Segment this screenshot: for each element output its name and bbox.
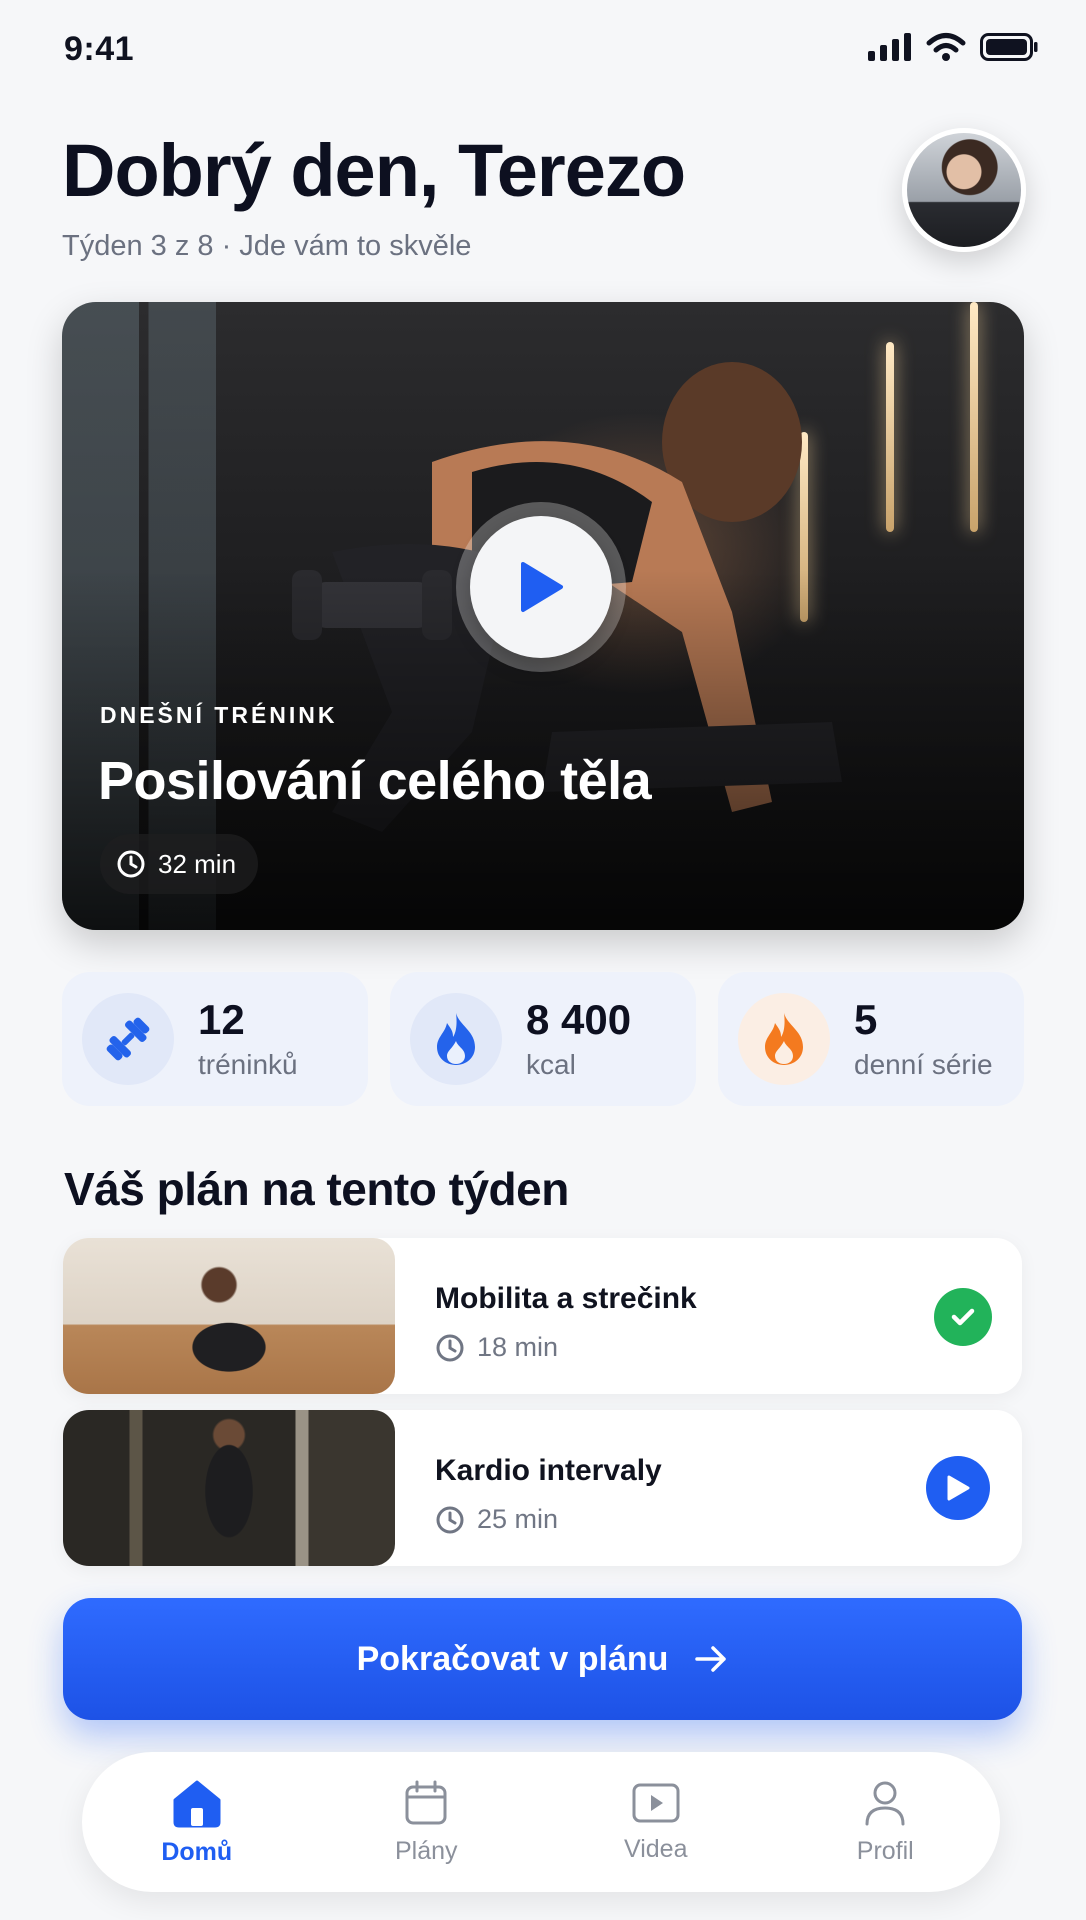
completed-badge [934,1288,992,1346]
start-workout-button[interactable] [926,1456,990,1520]
workout-thumbnail [63,1238,395,1394]
duration-chip: 32 min [100,834,259,894]
today-workout-card[interactable]: DNEŠNÍ TRÉNINK Posilování celého těla 32… [62,302,1024,930]
week-progress-text: Týden 3 z 8 · Jde vám to skvěle [62,230,472,262]
continue-plan-button[interactable]: Pokračovat v plánu [63,1598,1022,1720]
video-icon [632,1783,680,1822]
plan-item-name: Kardio intervaly [435,1454,662,1487]
clock-icon [436,1506,464,1533]
battery-icon [980,33,1038,61]
play-icon [521,562,563,612]
signal-icon [868,33,911,61]
flame-icon [437,1013,475,1065]
tab-videos[interactable]: Videa [566,1781,746,1864]
tab-label: Domů [161,1837,233,1866]
wifi-icon [926,33,966,61]
plan-item-duration: 18 min [435,1332,558,1363]
play-icon [947,1475,970,1501]
fire-icon [765,1013,803,1065]
stat-label: denní série [854,1049,993,1081]
tab-home[interactable]: Domů [107,1778,287,1867]
stat-card-workouts: 12 tréninků [62,972,368,1106]
stat-value: 12 [198,995,245,1043]
tab-label: Videa [624,1834,688,1863]
greeting-title: Dobrý den, Terezo [62,129,686,212]
duration-text: 32 min [158,848,237,879]
duration-text: 18 min [477,1332,559,1362]
stat-card-calories: 8 400 kcal [390,972,696,1106]
avatar[interactable] [902,128,1026,252]
section-title: Váš plán na tento týden [64,1163,569,1215]
stat-label: kcal [526,1049,576,1081]
home-icon [173,1780,221,1827]
status-time: 9:41 [64,30,135,68]
user-icon [865,1781,905,1825]
tab-profile[interactable]: Profil [795,1779,975,1866]
clock-icon [436,1334,464,1361]
plan-item-name: Mobilita a strečink [435,1282,697,1315]
stat-label: tréninků [198,1049,298,1081]
cta-label: Pokračovat v plánu [356,1639,669,1678]
check-icon [951,1308,975,1326]
hero-title: Posilování celého těla [98,751,652,811]
bottom-tab-bar: Domů Plány Videa Profil [82,1752,1000,1892]
stat-value: 5 [854,995,878,1043]
workout-thumbnail [63,1410,395,1566]
plan-item-cardio[interactable]: Kardio intervaly 25 min [63,1410,1022,1566]
arrow-right-icon [695,1646,727,1672]
tab-label: Profil [856,1836,914,1865]
hero-kicker: DNEŠNÍ TRÉNINK [100,702,338,728]
plan-item-mobility[interactable]: Mobilita a strečink 18 min [63,1238,1022,1394]
stat-value: 8 400 [526,995,632,1043]
calendar-icon [405,1780,447,1824]
dumbbell-icon [106,1017,150,1061]
duration-text: 25 min [477,1504,559,1534]
status-icons [868,32,1038,62]
tab-label: Plány [394,1836,458,1865]
tab-plans[interactable]: Plány [336,1779,516,1866]
play-video-button[interactable] [456,502,626,672]
stat-card-streak: 5 denní série [718,972,1024,1106]
clock-icon [117,850,145,878]
plan-item-duration: 25 min [435,1504,558,1535]
